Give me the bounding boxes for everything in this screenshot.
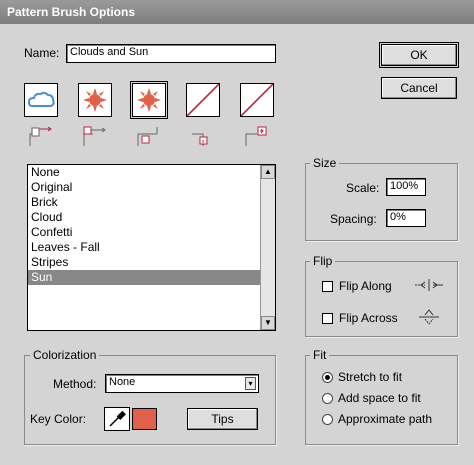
key-color-label: Key Color: bbox=[30, 412, 87, 426]
sun-icon bbox=[83, 88, 107, 112]
scroll-up-icon[interactable]: ▲ bbox=[261, 165, 275, 179]
scale-field[interactable]: 100% bbox=[386, 178, 426, 196]
flip-legend: Flip bbox=[310, 254, 336, 268]
start-tile-type-icon bbox=[192, 133, 208, 146]
colorization-group bbox=[24, 355, 276, 445]
ok-button[interactable]: OK bbox=[379, 42, 459, 68]
list-item[interactable]: Brick bbox=[28, 195, 260, 210]
spacing-label: Spacing: bbox=[330, 212, 377, 226]
list-item[interactable]: Original bbox=[28, 180, 260, 195]
none-slash-icon bbox=[240, 83, 274, 117]
spacing-field[interactable]: 0% bbox=[386, 209, 426, 227]
fit-approximate-label[interactable]: Approximate path bbox=[338, 412, 432, 426]
method-select[interactable]: None bbox=[105, 374, 259, 393]
flip-across-label[interactable]: Flip Across bbox=[339, 311, 398, 325]
sun-icon bbox=[137, 88, 161, 112]
fit-approximate-radio[interactable] bbox=[322, 414, 333, 425]
eyedropper-icon bbox=[109, 410, 126, 427]
list-item[interactable]: None bbox=[28, 165, 260, 180]
list-item[interactable]: Stripes bbox=[28, 255, 260, 270]
scroll-down-icon[interactable]: ▼ bbox=[261, 316, 275, 330]
name-label: Name: bbox=[24, 46, 60, 60]
flip-along-icon bbox=[415, 279, 443, 291]
scale-label: Scale: bbox=[346, 181, 380, 195]
outer-corner-tile-type-icon bbox=[83, 126, 106, 146]
start-tile[interactable] bbox=[186, 83, 220, 117]
cancel-button[interactable]: Cancel bbox=[381, 77, 457, 99]
list-item-selected[interactable]: Sun bbox=[28, 270, 260, 285]
tips-button[interactable]: Tips bbox=[187, 408, 258, 430]
flip-along-label[interactable]: Flip Along bbox=[339, 279, 392, 293]
list-scrollbar[interactable]: ▲ ▼ bbox=[260, 165, 275, 330]
pattern-list[interactable]: None Original Brick Cloud Confetti Leave… bbox=[27, 164, 276, 331]
list-item[interactable]: Confetti bbox=[28, 225, 260, 240]
fit-add-space-label[interactable]: Add space to fit bbox=[338, 391, 421, 405]
dialog-title: Pattern Brush Options bbox=[0, 0, 474, 24]
name-field[interactable]: Clouds and Sun bbox=[66, 44, 276, 63]
list-item[interactable]: Cloud bbox=[28, 210, 260, 225]
method-label: Method: bbox=[53, 377, 97, 391]
side-tile-type-icon bbox=[29, 126, 52, 146]
method-value: None bbox=[109, 376, 136, 388]
chevron-down-icon[interactable]: ▾ bbox=[245, 377, 256, 390]
fit-legend: Fit bbox=[310, 348, 330, 362]
side-tile[interactable] bbox=[24, 83, 58, 117]
size-group bbox=[305, 163, 458, 241]
none-slash-icon bbox=[186, 83, 220, 117]
eyedropper-button[interactable] bbox=[104, 407, 130, 431]
flip-along-checkbox[interactable] bbox=[322, 281, 333, 292]
fit-stretch-radio[interactable] bbox=[322, 372, 333, 383]
colorization-legend: Colorization bbox=[30, 348, 100, 362]
end-tile-type-icon bbox=[245, 126, 267, 146]
flip-across-icon bbox=[419, 309, 439, 325]
fit-add-space-radio[interactable] bbox=[322, 393, 333, 404]
fit-stretch-label[interactable]: Stretch to fit bbox=[338, 370, 402, 384]
inner-corner-tile[interactable] bbox=[130, 81, 168, 119]
flip-across-checkbox[interactable] bbox=[322, 313, 333, 324]
inner-corner-tile-type-icon bbox=[137, 127, 158, 146]
cloud-icon bbox=[27, 91, 55, 107]
size-legend: Size bbox=[310, 156, 340, 170]
end-tile[interactable] bbox=[240, 83, 274, 117]
key-color-swatch[interactable] bbox=[132, 408, 157, 430]
outer-corner-tile[interactable] bbox=[78, 83, 112, 117]
list-item[interactable]: Leaves - Fall bbox=[28, 240, 260, 255]
